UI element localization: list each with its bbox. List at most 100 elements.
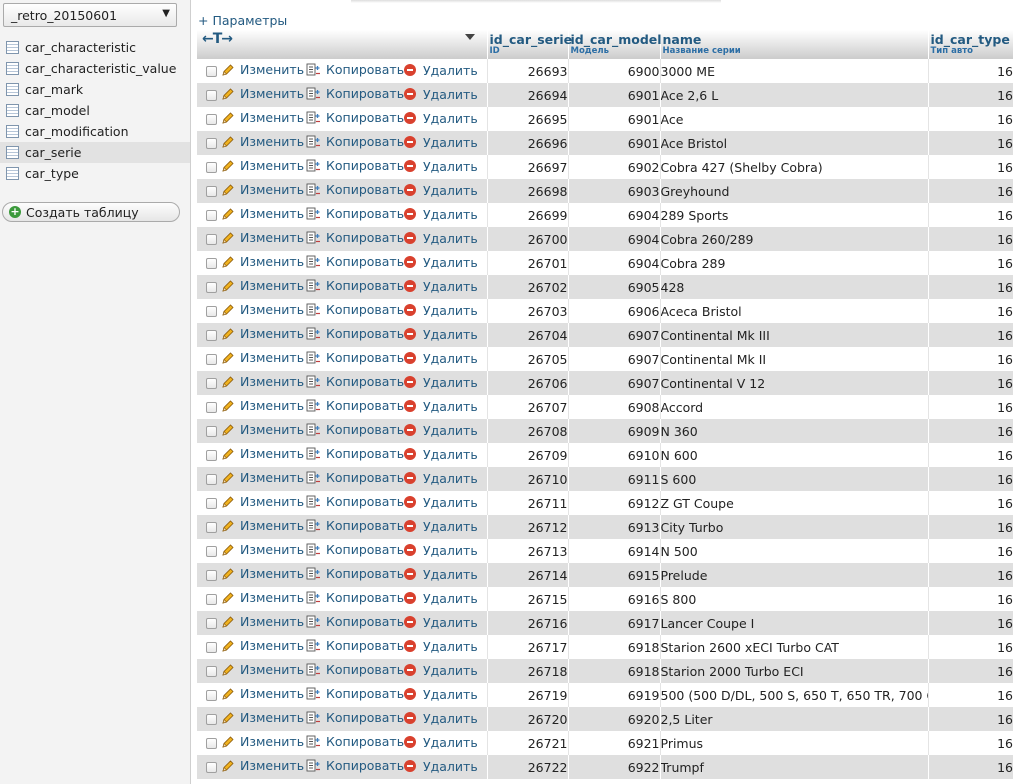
row-checkbox[interactable] <box>206 737 217 749</box>
id-car-type-cell[interactable]: 16 <box>927 371 1013 395</box>
id-car-model-cell[interactable]: 6904 <box>567 203 660 227</box>
row-checkbox[interactable] <box>206 401 217 413</box>
copy-link[interactable]: Копировать <box>306 86 404 101</box>
edit-link[interactable]: Изменить <box>221 758 304 773</box>
edit-link[interactable]: Изменить <box>221 182 304 197</box>
delete-link[interactable]: Удалить <box>404 231 478 246</box>
sidebar-item-car-serie[interactable]: car_serie <box>0 142 190 163</box>
row-checkbox[interactable] <box>206 665 217 677</box>
edit-link[interactable]: Изменить <box>221 110 304 125</box>
id-car-model-cell[interactable]: 6913 <box>567 515 660 539</box>
edit-link[interactable]: Изменить <box>221 278 304 293</box>
edit-link[interactable]: Изменить <box>221 206 304 221</box>
name-cell[interactable]: Z GT Coupe <box>659 491 928 515</box>
id-car-serie-cell[interactable]: 26694 <box>486 83 568 107</box>
row-checkbox[interactable] <box>206 353 217 365</box>
copy-link[interactable]: Копировать <box>306 302 404 317</box>
sidebar-item-car-characteristic[interactable]: car_characteristic <box>0 37 190 58</box>
edit-link[interactable]: Изменить <box>221 542 304 557</box>
id-car-type-cell[interactable]: 16 <box>927 179 1013 203</box>
id-car-serie-cell[interactable]: 26701 <box>486 251 568 275</box>
id-car-model-cell[interactable]: 6900 <box>567 59 660 83</box>
id-car-type-cell[interactable]: 16 <box>927 131 1013 155</box>
delete-link[interactable]: Удалить <box>404 687 478 702</box>
delete-link[interactable]: Удалить <box>404 375 478 390</box>
id-car-model-cell[interactable]: 6907 <box>567 371 660 395</box>
column-header-id-car-model[interactable]: id_car_model Модель <box>568 30 662 59</box>
edit-link[interactable]: Изменить <box>221 446 304 461</box>
edit-link[interactable]: Изменить <box>221 662 304 677</box>
row-checkbox[interactable] <box>206 305 217 317</box>
sidebar-item-car-modification[interactable]: car_modification <box>0 121 190 142</box>
id-car-type-cell[interactable]: 16 <box>927 323 1013 347</box>
id-car-type-cell[interactable]: 16 <box>927 563 1013 587</box>
id-car-model-cell[interactable]: 6911 <box>567 467 660 491</box>
edit-link[interactable]: Изменить <box>221 710 304 725</box>
delete-link[interactable]: Удалить <box>404 639 478 654</box>
id-car-model-cell[interactable]: 6910 <box>567 443 660 467</box>
copy-link[interactable]: Копировать <box>306 158 404 173</box>
name-cell[interactable]: 428 <box>659 275 928 299</box>
delete-link[interactable]: Удалить <box>404 471 478 486</box>
id-car-model-cell[interactable]: 6907 <box>567 323 660 347</box>
sort-down-icon[interactable] <box>464 34 475 40</box>
delete-link[interactable]: Удалить <box>404 423 478 438</box>
column-title[interactable]: id_car_serie <box>488 30 573 47</box>
id-car-serie-cell[interactable]: 26711 <box>486 491 568 515</box>
edit-link[interactable]: Изменить <box>221 566 304 581</box>
copy-link[interactable]: Копировать <box>306 398 404 413</box>
edit-link[interactable]: Изменить <box>221 494 304 509</box>
id-car-type-cell[interactable]: 16 <box>927 203 1013 227</box>
edit-link[interactable]: Изменить <box>221 398 304 413</box>
id-car-type-cell[interactable]: 16 <box>927 611 1013 635</box>
id-car-type-cell[interactable]: 16 <box>927 59 1013 83</box>
edit-link[interactable]: Изменить <box>221 518 304 533</box>
name-cell[interactable]: 500 (500 D/DL, 500 S, 650 T, 650 TR, 700… <box>659 683 928 707</box>
id-car-serie-cell[interactable]: 26700 <box>486 227 568 251</box>
row-checkbox[interactable] <box>206 425 217 437</box>
row-checkbox[interactable] <box>206 761 217 773</box>
name-cell[interactable]: Accord <box>659 395 928 419</box>
id-car-type-cell[interactable]: 16 <box>927 467 1013 491</box>
id-car-type-cell[interactable]: 16 <box>927 107 1013 131</box>
id-car-model-cell[interactable]: 6908 <box>567 395 660 419</box>
edit-link[interactable]: Изменить <box>221 590 304 605</box>
delete-link[interactable]: Удалить <box>404 351 478 366</box>
copy-link[interactable]: Копировать <box>306 446 404 461</box>
name-cell[interactable]: Trumpf <box>659 755 928 779</box>
id-car-serie-cell[interactable]: 26716 <box>486 611 568 635</box>
copy-link[interactable]: Копировать <box>306 686 404 701</box>
name-cell[interactable]: 289 Sports <box>659 203 928 227</box>
name-cell[interactable]: 2,5 Liter <box>659 707 928 731</box>
edit-link[interactable]: Изменить <box>221 350 304 365</box>
name-cell[interactable]: Cobra 289 <box>659 251 928 275</box>
name-cell[interactable]: Lancer Coupe I <box>659 611 928 635</box>
copy-link[interactable]: Копировать <box>306 494 404 509</box>
delete-link[interactable]: Удалить <box>404 111 478 126</box>
name-cell[interactable]: 3000 ME <box>659 59 928 83</box>
row-checkbox[interactable] <box>206 449 217 461</box>
name-cell[interactable]: Starion 2000 Turbo ECI <box>659 659 928 683</box>
copy-link[interactable]: Копировать <box>306 206 404 221</box>
name-cell[interactable]: S 600 <box>659 467 928 491</box>
edit-link[interactable]: Изменить <box>221 638 304 653</box>
row-checkbox[interactable] <box>206 377 217 389</box>
id-car-serie-cell[interactable]: 26698 <box>486 179 568 203</box>
row-checkbox[interactable] <box>206 257 217 269</box>
row-checkbox[interactable] <box>206 641 217 653</box>
column-title[interactable]: name <box>661 30 928 47</box>
delete-link[interactable]: Удалить <box>404 711 478 726</box>
delete-link[interactable]: Удалить <box>404 183 478 198</box>
id-car-serie-cell[interactable]: 26695 <box>486 107 568 131</box>
row-checkbox[interactable] <box>206 473 217 485</box>
row-checkbox[interactable] <box>206 281 217 293</box>
id-car-serie-cell[interactable]: 26699 <box>486 203 568 227</box>
name-cell[interactable]: Continental V 12 <box>659 371 928 395</box>
id-car-type-cell[interactable]: 16 <box>927 395 1013 419</box>
params-link[interactable]: + Параметры <box>198 13 287 28</box>
id-car-serie-cell[interactable]: 26702 <box>486 275 568 299</box>
id-car-serie-cell[interactable]: 26709 <box>486 443 568 467</box>
row-checkbox[interactable] <box>206 569 217 581</box>
name-cell[interactable]: Continental Mk III <box>659 323 928 347</box>
id-car-serie-cell[interactable]: 26710 <box>486 467 568 491</box>
